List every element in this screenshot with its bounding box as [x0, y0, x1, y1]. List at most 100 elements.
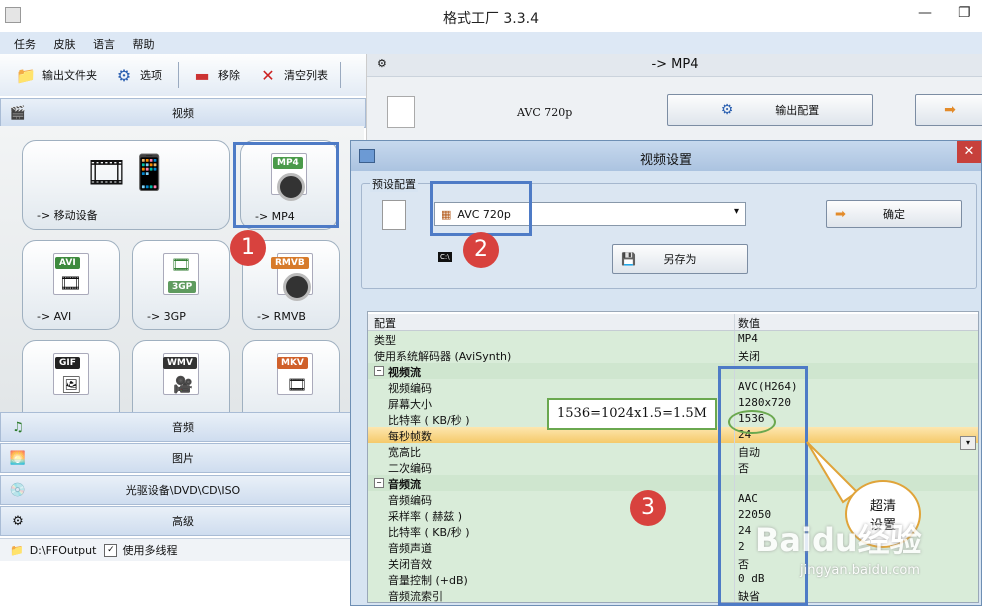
tile-mkv[interactable]: MKV 🎞: [242, 340, 340, 412]
options-label: 选项: [140, 69, 162, 82]
bitrate-ellipse: [728, 410, 776, 434]
output-config-button[interactable]: ⚙ 输出配置: [667, 94, 873, 126]
toolbar-divider: [340, 62, 341, 88]
category-advanced-label: 高级: [172, 515, 194, 528]
ok-button[interactable]: ➡ 确定: [826, 200, 962, 228]
menu-bar: 任务 皮肤 语言 帮助: [0, 32, 982, 55]
category-disc-label: 光驱设备\DVD\CD\ISO: [125, 484, 241, 497]
film-strip-icon: 🎞: [59, 273, 82, 294]
grid-row-key: 关闭音效: [388, 558, 432, 571]
grid-divider: [734, 331, 735, 347]
grid-row-key: 音频流索引: [388, 590, 443, 603]
music-icon: ♫: [12, 419, 24, 435]
grid-header: 配置 数值: [368, 314, 978, 331]
grid-row-value: MP4: [738, 332, 758, 345]
save-as-label: 另存为: [663, 253, 697, 266]
save-as-button[interactable]: 💾 另存为: [612, 244, 748, 274]
grid-row-key: 视频编码: [388, 382, 432, 395]
grid-row-key: 采样率 ( 赫兹 ): [388, 510, 463, 523]
gear-icon: ⚙: [116, 65, 132, 85]
video-icon: 🎬: [9, 105, 27, 121]
grid-row[interactable]: 二次编码否: [368, 459, 978, 476]
clear-list-label: 清空列表: [284, 69, 328, 82]
grid-row-key: 类型: [374, 334, 396, 347]
mp4-panel-title: -> MP4: [651, 57, 699, 72]
mp4-preset-text: AVC 720p: [517, 106, 573, 119]
category-image[interactable]: 🌅 图片: [0, 443, 366, 473]
restore-button[interactable]: ❐: [958, 5, 971, 21]
grid-row-key: 音量控制 (+dB): [388, 574, 468, 587]
grid-row-key: 比特率 ( KB/秒 ): [388, 526, 470, 539]
collapse-icon[interactable]: −: [374, 366, 384, 376]
gear-icon: ⚙: [720, 102, 734, 118]
dropdown-chevron-icon[interactable]: ▾: [960, 436, 976, 450]
video-file-icon: 🎥: [173, 375, 193, 394]
mp4-file-icon: [382, 200, 406, 230]
category-audio[interactable]: ♫ 音频: [0, 412, 366, 442]
menu-skin[interactable]: 皮肤: [54, 36, 76, 52]
options-button[interactable]: ⚙ 选项: [112, 62, 162, 88]
grid-row-key: 音频编码: [388, 494, 432, 507]
menu-task[interactable]: 任务: [14, 36, 36, 52]
image-icon: 🖼: [61, 375, 82, 394]
collapse-icon[interactable]: −: [374, 478, 384, 488]
grid-row-key: 比特率 ( KB/秒 ): [388, 414, 470, 427]
tile-label: -> 移动设备: [37, 209, 98, 222]
dialog-title-bar: 视频设置 ✕: [351, 141, 981, 171]
real-icon: [283, 273, 311, 301]
highlight-mp4-tile: [233, 142, 339, 228]
grid-section[interactable]: − 视频流: [368, 363, 978, 380]
grid-row[interactable]: 宽高比 自动: [368, 443, 978, 460]
grid-row-key: 屏幕大小: [388, 398, 432, 411]
arrow-action-button[interactable]: ➡: [915, 94, 982, 126]
highlight-preset-select: [430, 181, 532, 236]
annotation-step-2: 2: [463, 232, 499, 268]
category-video-label: 视频: [172, 107, 194, 120]
output-config-label: 输出配置: [775, 104, 820, 117]
tile-3gp[interactable]: 3GP 🎞 -> 3GP: [132, 240, 230, 330]
grid-row[interactable]: 视频编码 AVC(H264): [368, 379, 978, 396]
grid-row-key: 二次编码: [388, 462, 432, 475]
category-image-label: 图片: [172, 452, 194, 465]
dialog-title: 视频设置: [639, 153, 692, 168]
cmd-icon: C:\: [438, 252, 452, 262]
multithread-checkbox[interactable]: ✓: [104, 543, 118, 557]
remove-button[interactable]: ▬ 移除: [190, 62, 240, 88]
title-bar: 格式工厂 3.3.4 — ❐: [0, 0, 982, 33]
folder-small-icon: 📁: [10, 543, 24, 557]
mp4-panel: ⚙ -> MP4 AVC 720p ⚙ 输出配置 ➡: [366, 54, 982, 149]
arrow-right-icon: ➡: [944, 102, 956, 118]
toolbar-divider: [178, 62, 179, 88]
menu-language[interactable]: 语言: [93, 36, 115, 52]
watermark-url: jingyan.baidu.com: [800, 563, 920, 578]
grid-row[interactable]: 使用系统解码器 (AviSynth) 关闭: [368, 347, 978, 364]
tile-gif[interactable]: GIF 🖼: [22, 340, 120, 412]
output-folder-button[interactable]: 📁 输出文件夹: [14, 62, 97, 88]
category-advanced[interactable]: ⚙ 高级: [0, 506, 366, 536]
annotation-step-1: 1: [230, 230, 266, 266]
grid-header-key: 配置: [374, 317, 396, 330]
tile-wmv[interactable]: WMV 🎥: [132, 340, 230, 412]
grid-row[interactable]: 音频流索引 缺省: [368, 587, 978, 603]
film-icon: 🎞: [171, 255, 192, 274]
minimize-button[interactable]: —: [918, 5, 932, 21]
ok-label: 确定: [883, 208, 905, 221]
tile-avi[interactable]: AVI 🎞 -> AVI: [22, 240, 120, 330]
grid-row[interactable]: 类型 MP4: [368, 331, 978, 348]
clear-list-button[interactable]: ✕ 清空列表: [256, 62, 328, 88]
tile-mobile-device[interactable]: 🎞📱 -> 移动设备: [22, 140, 230, 230]
category-video[interactable]: 🎬 视频: [0, 98, 366, 128]
avi-badge: AVI: [55, 257, 80, 269]
status-bar: 📁 D:\FFOutput ✓ 使用多线程: [0, 538, 364, 561]
reel-icon: ⚙: [12, 513, 24, 529]
menu-help[interactable]: 帮助: [133, 36, 155, 52]
highlight-values-column: [718, 366, 808, 606]
rmvb-badge: RMVB: [271, 257, 309, 269]
clear-icon: ✕: [261, 65, 275, 85]
film-strip-icon: 🎞: [287, 375, 308, 394]
tile-label: -> 3GP: [147, 310, 186, 323]
tile-label: -> RMVB: [257, 310, 306, 323]
close-button[interactable]: ✕: [957, 141, 981, 163]
category-disc[interactable]: 💿 光驱设备\DVD\CD\ISO: [0, 475, 366, 505]
folder-icon: 📁: [16, 65, 36, 85]
